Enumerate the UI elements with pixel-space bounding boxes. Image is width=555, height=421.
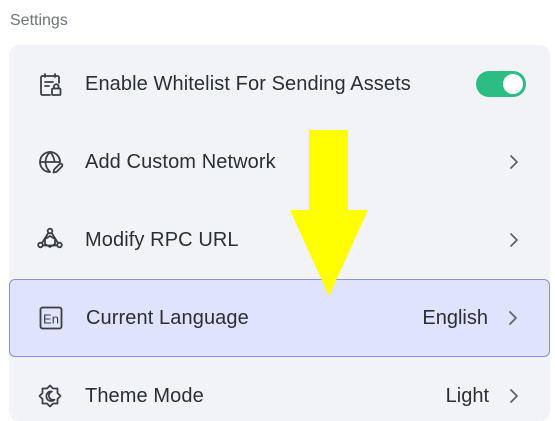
whitelist-setting-label: Enable Whitelist For Sending Assets xyxy=(85,72,411,95)
current-language-value: English xyxy=(422,306,488,329)
modify-rpc-url-row[interactable]: Modify RPC URL xyxy=(9,201,550,279)
whitelist-clipboard-lock-icon xyxy=(36,70,64,98)
theme-mode-label: Theme Mode xyxy=(85,384,204,407)
whitelist-toggle[interactable] xyxy=(476,71,526,97)
svg-text:En: En xyxy=(43,312,59,327)
add-custom-network-label: Add Custom Network xyxy=(85,150,276,173)
theme-mode-value: Light xyxy=(445,384,489,407)
globe-edit-icon xyxy=(36,148,64,176)
theme-mode-icon xyxy=(36,382,64,410)
chevron-right-icon xyxy=(506,308,520,328)
settings-card: Enable Whitelist For Sending Assets Add … xyxy=(9,45,550,421)
language-en-icon: En xyxy=(37,304,65,332)
toggle-knob xyxy=(503,74,523,94)
current-language-row[interactable]: En Current Language English xyxy=(9,279,550,357)
theme-mode-row[interactable]: Theme Mode Light xyxy=(9,357,550,421)
current-language-label: Current Language xyxy=(86,306,249,329)
modify-rpc-url-label: Modify RPC URL xyxy=(85,228,239,251)
chevron-right-icon xyxy=(507,152,521,172)
chevron-right-icon xyxy=(507,230,521,250)
network-nodes-icon xyxy=(36,226,64,254)
whitelist-setting-row[interactable]: Enable Whitelist For Sending Assets xyxy=(9,45,550,123)
section-title: Settings xyxy=(10,12,68,29)
add-custom-network-row[interactable]: Add Custom Network xyxy=(9,123,550,201)
chevron-right-icon xyxy=(507,386,521,406)
